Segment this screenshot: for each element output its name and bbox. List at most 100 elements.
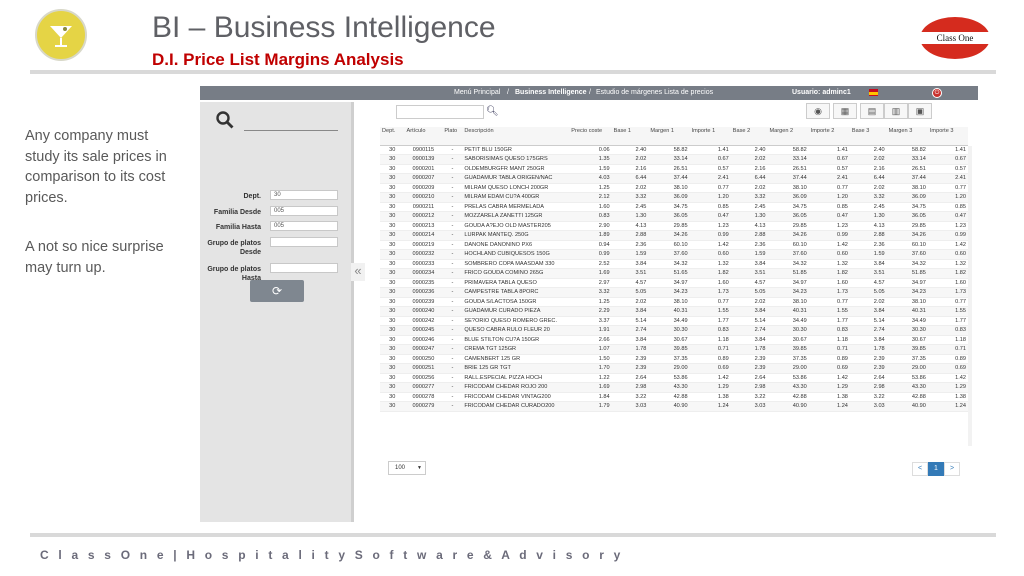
table-cell: 0.85 [689, 202, 731, 212]
column-header[interactable]: Precio coste [569, 127, 612, 146]
column-header[interactable]: Artículo [404, 127, 443, 146]
table-cell: 30 [380, 278, 405, 288]
table-cell: 0.60 [689, 249, 731, 260]
table-row[interactable]: 30 0900210- MILRAM EDAM CU?A 400GR 2.12 3.32… [380, 192, 968, 203]
table-cell: - [442, 221, 463, 231]
table-row[interactable]: 30 0900279- FRICODAM CHEDAR CURADO200 1.79 3… [380, 401, 968, 412]
column-header[interactable]: Margen 3 [886, 127, 928, 146]
page-size-select[interactable]: 100 ▼ [388, 461, 426, 475]
table-cell: RALL.ESPECIAL PIZZA HOCH [462, 373, 570, 383]
table-cell: 1.20 [808, 192, 850, 203]
grid-search-icon[interactable]: 🔍︎ [486, 106, 499, 117]
table-cell: 33.14 [767, 154, 809, 165]
power-icon[interactable]: ⏻ [932, 88, 942, 98]
table-row[interactable]: 30 0900235- PRIMAVERA TABLA QUESO 2.97 4.57 3… [380, 278, 968, 288]
pager-next[interactable]: > [944, 462, 960, 476]
table-row[interactable]: 30 0900139- SABORISIMAS QUESO 175GRS 1.35 2.… [380, 154, 968, 165]
pager-page[interactable]: 1 [928, 462, 944, 476]
table-row[interactable]: 30 0900250- CAMENBERT 125 GR 1.50 2.39 37.35 0… [380, 354, 968, 364]
table-row[interactable]: 30 0900233- SOMBRERO COPA MAASDAM 330 2.52 3… [380, 259, 968, 269]
breadcrumb-business-intelligence[interactable]: Business Intelligence [515, 89, 587, 96]
column-header[interactable]: Margen 1 [648, 127, 690, 146]
table-row[interactable]: 30 0900201- OLDEMBURGFR MANT 250GR 1.59 2.16… [380, 164, 968, 174]
export-excel-button[interactable]: ▥ [884, 103, 908, 119]
table-cell: 1.25 [569, 297, 612, 307]
table-cell: 2.39 [611, 354, 649, 364]
column-header[interactable]: Dept. [380, 127, 405, 146]
table-row[interactable]: 30 0900278- FRICODAM CHEDAR VINTAG200 1.84 3… [380, 392, 968, 402]
table-cell: 30 [380, 249, 405, 260]
table-cell: 0900234 [404, 268, 443, 279]
table-row[interactable]: 30 0900256- RALL.ESPECIAL PIZZA HOCH 1.22 2.… [380, 373, 968, 383]
filter-search-input[interactable] [244, 130, 338, 131]
table-row[interactable]: 30 0900213- GOUDA A?EJO OLD MASTER205 2.90 4… [380, 221, 968, 231]
table-row[interactable]: 30 0900232- HOCHLAND CUBIQUESOS 150G 0.99 1.… [380, 249, 968, 260]
table-row[interactable]: 30 0900240- GUADAMUR CURADO PIEZA 2.29 3.84 4… [380, 306, 968, 317]
table-cell: 4.57 [730, 278, 768, 288]
column-header[interactable]: Base 3 [849, 127, 887, 146]
table-cell: - [442, 335, 463, 345]
table-cell: LURPAK MANTEQ. 250G [462, 230, 570, 241]
spain-flag-icon[interactable] [869, 89, 878, 96]
table-cell: 36.09 [767, 192, 809, 203]
table-cell: 36.09 [886, 192, 928, 203]
grid-search-input[interactable] [396, 105, 484, 119]
column-header[interactable]: Base 1 [611, 127, 649, 146]
table-row[interactable]: 30 0900214- LURPAK MANTEQ. 250G 1.89 2.88 34.… [380, 230, 968, 241]
table-row[interactable]: 30 0900211- PRELAS CABRA MERMELADA 1.60 2.45… [380, 202, 968, 212]
table-row[interactable]: 30 0900234- FRICO GOUDA COMINO 265G 1.69 3.5… [380, 268, 968, 279]
table-cell: 1.59 [611, 249, 649, 260]
view-eye-button[interactable]: ◉ [806, 103, 830, 119]
table-row[interactable]: 30 0900115- PETIT BLU 150GR 0.06 2.40 58.82 1.… [380, 145, 968, 155]
table-cell: 2.64 [730, 373, 768, 383]
table-row[interactable]: 30 0900251- BRIE 125 GR TGT 1.70 2.39 29.00 0.… [380, 363, 968, 374]
table-cell: 2.16 [730, 164, 768, 174]
table-cell: - [442, 382, 463, 393]
table-scrollbar[interactable] [968, 146, 972, 446]
table-row[interactable]: 30 0900219- DANONE DANONINO PX6 0.94 2.36 60.… [380, 240, 968, 250]
dept-input[interactable]: 30 [270, 190, 338, 200]
table-row[interactable]: 30 0900247- CREMA TGT 125GR 1.07 1.78 39.85 0.… [380, 344, 968, 355]
familia-desde-input[interactable]: 005 [270, 206, 338, 216]
table-row[interactable]: 30 0900246- BLUE STILTON CU?A 150GR 2.66 3.8… [380, 335, 968, 345]
table-row[interactable]: 30 0900207- GUADAMUR TABLA ORIGEN/NAC 4.03 6… [380, 173, 968, 184]
table-cell: 0.77 [808, 297, 850, 307]
pager-prev[interactable]: < [912, 462, 928, 476]
table-cell: 3.51 [849, 268, 887, 279]
table-cell: 1.77 [689, 316, 731, 326]
table-cell: 37.35 [886, 354, 928, 364]
table-row[interactable]: 30 0900212- MOZZARELA ZANETTI 125GR 0.83 1.3… [380, 211, 968, 222]
print-button[interactable]: ▤ [860, 103, 884, 119]
table-cell: 0.71 [927, 344, 968, 355]
table-row[interactable]: 30 0900245- QUESO CABRA RULO FLEUR 20 1.91 2… [380, 325, 968, 336]
column-header[interactable]: Base 2 [730, 127, 768, 146]
export-pdf-button[interactable]: ▣ [908, 103, 932, 119]
column-header[interactable]: Importe 2 [808, 127, 850, 146]
table-row[interactable]: 30 0900242- SE?ORIO QUESO ROMERO GREC. 3.37… [380, 316, 968, 326]
columns-button[interactable]: ▦ [833, 103, 857, 119]
table-cell: GUADAMUR TABLA ORIGEN/NAC [462, 173, 570, 184]
table-cell: 5.14 [730, 316, 768, 326]
column-header[interactable]: Plato [442, 127, 463, 146]
column-header[interactable]: Importe 1 [689, 127, 731, 146]
table-row[interactable]: 30 0900236- CAMPESTRE TABLA 8PORC 3.32 5.05 3… [380, 287, 968, 298]
breadcrumb-menu-principal[interactable]: Menú Principal [454, 89, 500, 96]
table-cell: 0900279 [404, 401, 443, 412]
grupo-hasta-input[interactable] [270, 263, 338, 273]
collapse-panel-button[interactable]: « [351, 263, 365, 281]
table-cell: PRELAS CABRA MERMELADA [462, 202, 570, 212]
familia-hasta-input[interactable]: 005 [270, 221, 338, 231]
grupo-desde-input[interactable] [270, 237, 338, 247]
table-row[interactable]: 30 0900239- GOUDA S/LACTOSA 150GR 1.25 2.02 3… [380, 297, 968, 307]
column-header[interactable]: Margen 2 [767, 127, 809, 146]
table-cell: 30 [380, 316, 405, 326]
column-header[interactable]: Descripción [462, 127, 570, 146]
table-cell: 1.91 [569, 325, 612, 336]
table-row[interactable]: 30 0900209- MILRAM QUESO LONCH 200GR 1.25 2.… [380, 183, 968, 193]
table-cell: 30 [380, 363, 405, 374]
refresh-button[interactable]: ⟳ [250, 280, 304, 302]
table-row[interactable]: 30 0900277- FRICODAM CHEDAR ROJO 200 1.69 2.… [380, 382, 968, 393]
table-cell: 1.77 [808, 316, 850, 326]
top-divider [30, 70, 996, 74]
column-header[interactable]: Importe 3 [927, 127, 968, 146]
